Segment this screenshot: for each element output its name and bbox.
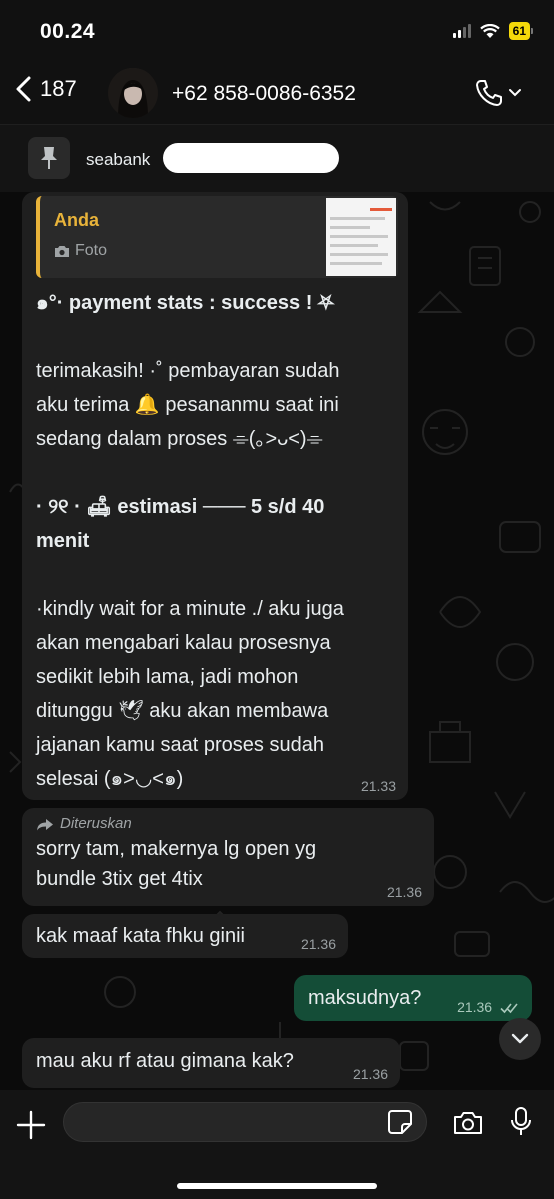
- voice-record-button[interactable]: [510, 1106, 532, 1143]
- message-time: 21.36: [300, 936, 336, 952]
- scroll-to-bottom-button[interactable]: [499, 1018, 541, 1060]
- message-line: · ୨୧ · 🛋 estimasi ─── 5 s/d 40: [36, 496, 325, 518]
- sticker-button[interactable]: [387, 1109, 413, 1140]
- status-time: 00.24: [40, 20, 96, 43]
- incoming-message[interactable]: Anda Foto ๑°· payment stats : success ! …: [22, 192, 408, 800]
- message-line: menit: [36, 530, 90, 552]
- status-bar: 00.24 61: [0, 0, 554, 62]
- camera-icon: [55, 245, 69, 257]
- status-icons: 61: [452, 22, 534, 40]
- forwarded-label: Diteruskan: [36, 814, 420, 834]
- back-button[interactable]: 187: [14, 74, 77, 104]
- outgoing-message[interactable]: maksudnya? 21.36: [294, 975, 532, 1021]
- sticker-icon: [388, 1110, 412, 1134]
- quoted-reply[interactable]: Anda Foto: [36, 196, 398, 278]
- home-indicator: [177, 1183, 377, 1189]
- message-line: ditunggu 🕊 aku akan membawa: [36, 700, 329, 722]
- message-text: kak maaf kata fhku ginii: [36, 925, 245, 947]
- chevron-down-icon: [511, 1033, 529, 1044]
- chat-header: 187 +62 858-0086-6352: [0, 62, 554, 124]
- quote-type-label: Foto: [75, 242, 108, 259]
- quote-author: Anda: [54, 210, 99, 230]
- unread-count: 187: [40, 76, 77, 101]
- attach-button[interactable]: [14, 1108, 48, 1147]
- plus-icon: [16, 1110, 46, 1140]
- message-line: sedikit lebih lama, jadi mohon: [36, 666, 299, 688]
- composer-bar: [0, 1090, 554, 1199]
- message-time: 21.36: [352, 1066, 388, 1082]
- avatar[interactable]: [108, 68, 158, 118]
- forwarded-message[interactable]: Diteruskan sorry tam, makernya lg open y…: [22, 808, 434, 906]
- message-line: akan mengabari kalau prosesnya: [36, 632, 331, 654]
- message-line: selesai (๑>◡<๑): [36, 768, 184, 790]
- message-time: 21.36: [386, 884, 422, 900]
- forward-arrow-icon: [37, 818, 53, 830]
- camera-icon: [454, 1112, 482, 1134]
- chevron-down-icon: [509, 89, 521, 97]
- pinned-text: seabank: [86, 150, 151, 169]
- quote-thumbnail: [326, 198, 396, 276]
- chat-area[interactable]: Anda Foto ๑°· payment stats : success ! …: [0, 192, 554, 1090]
- redaction-mark: [163, 143, 339, 173]
- message-time-status: 21.36: [457, 999, 520, 1015]
- message-input[interactable]: [63, 1102, 427, 1142]
- call-button[interactable]: [474, 78, 522, 108]
- forwarded-text: Diteruskan: [60, 815, 132, 832]
- camera-button[interactable]: [452, 1110, 484, 1141]
- contact-name[interactable]: +62 858-0086-6352: [172, 82, 356, 106]
- message-line: terimakasih! ·˚ pembayaran sudah: [36, 360, 340, 382]
- pin-icon: [28, 137, 70, 179]
- message-line: sorry tam, makernya lg open yg: [36, 838, 317, 860]
- message-text: mau aku rf atau gimana kak?: [36, 1050, 294, 1072]
- message-line: jajanan kamu saat proses sudah: [36, 734, 324, 756]
- message-line: aku terima 🔔 pesananmu saat ini: [36, 394, 339, 416]
- incoming-message[interactable]: kak maaf kata fhku ginii 21.36: [22, 914, 348, 958]
- read-ticks-icon: [500, 1003, 518, 1014]
- microphone-icon: [511, 1107, 531, 1135]
- message-time: 21.36: [457, 999, 493, 1015]
- quote-media-type: Foto: [54, 242, 107, 260]
- message-time: 21.33: [360, 778, 396, 794]
- message-line: bundle 3tix get 4tix: [36, 868, 203, 890]
- incoming-message[interactable]: mau aku rf atau gimana kak? 21.36: [22, 1038, 400, 1088]
- cellular-signal-icon: [452, 24, 471, 38]
- pinned-message-bar[interactable]: seabank: [0, 124, 554, 192]
- battery-icon: 61: [508, 22, 534, 40]
- chevron-left-icon: [16, 76, 31, 102]
- phone-icon: [476, 80, 502, 106]
- message-line: ·kindly wait for a minute ./ aku juga: [36, 598, 344, 620]
- message-line: sedang dalam proses ⌯(｡>ᴗ<)⌯: [36, 428, 323, 450]
- wifi-icon: [479, 23, 500, 38]
- message-line: ๑°· payment stats : success ! ⛧: [36, 292, 334, 314]
